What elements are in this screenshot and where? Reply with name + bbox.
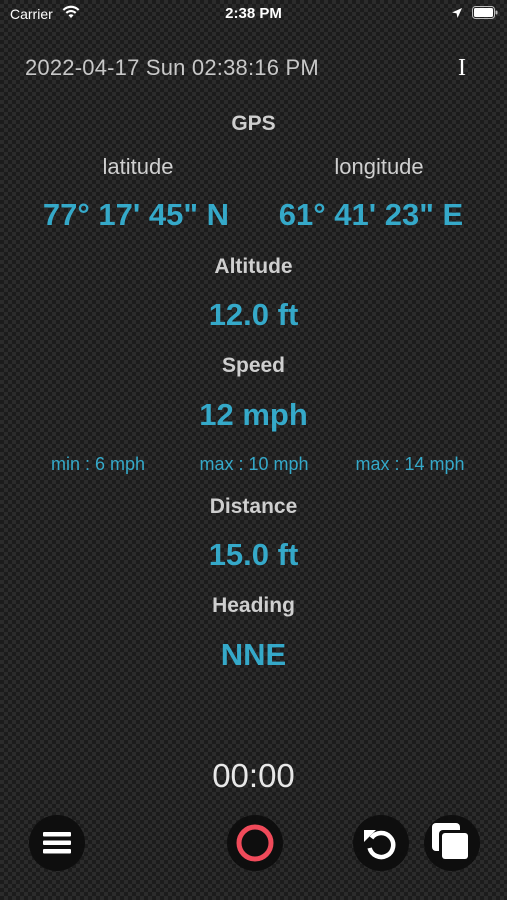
reset-button[interactable] bbox=[353, 815, 409, 871]
heading-value: NNE bbox=[220, 637, 287, 672]
record-icon bbox=[236, 824, 274, 862]
gps-title: GPS bbox=[231, 112, 276, 135]
longitude-label: longitude bbox=[334, 154, 424, 179]
menu-button[interactable] bbox=[29, 815, 85, 871]
copy-icon bbox=[432, 823, 471, 862]
status-time: 2:38 PM bbox=[225, 5, 282, 22]
battery-icon bbox=[472, 6, 498, 19]
current-datetime: 2022-04-17 Sun 02:38:16 PM bbox=[25, 55, 319, 80]
speed-label: Speed bbox=[221, 354, 286, 377]
latitude-value: 77° 17' 45" N bbox=[42, 197, 230, 232]
speed-value: 12 mph bbox=[199, 397, 308, 432]
altitude-label: Altitude bbox=[214, 255, 293, 278]
distance-label: Distance bbox=[209, 495, 298, 518]
longitude-value: 61° 41' 23" E bbox=[278, 197, 464, 232]
distance-value: 15.0 ft bbox=[208, 537, 299, 572]
record-button[interactable] bbox=[227, 815, 283, 871]
location-arrow-icon bbox=[452, 8, 462, 18]
latitude-label: latitude bbox=[102, 154, 174, 179]
speed-min: min : 6 mph bbox=[50, 454, 146, 474]
copy-button[interactable] bbox=[424, 815, 480, 871]
info-icon[interactable]: I bbox=[446, 52, 478, 84]
status-bar: Carrier 2:38 PM bbox=[0, 0, 507, 28]
reset-icon bbox=[364, 830, 396, 860]
altitude-value: 12.0 ft bbox=[208, 297, 299, 332]
speed-max-average: max : 10 mph bbox=[199, 454, 309, 474]
speed-max: max : 14 mph bbox=[355, 454, 465, 474]
heading-label: Heading bbox=[212, 594, 295, 617]
elapsed-timer: 00:00 bbox=[212, 757, 295, 794]
menu-icon bbox=[43, 832, 71, 854]
